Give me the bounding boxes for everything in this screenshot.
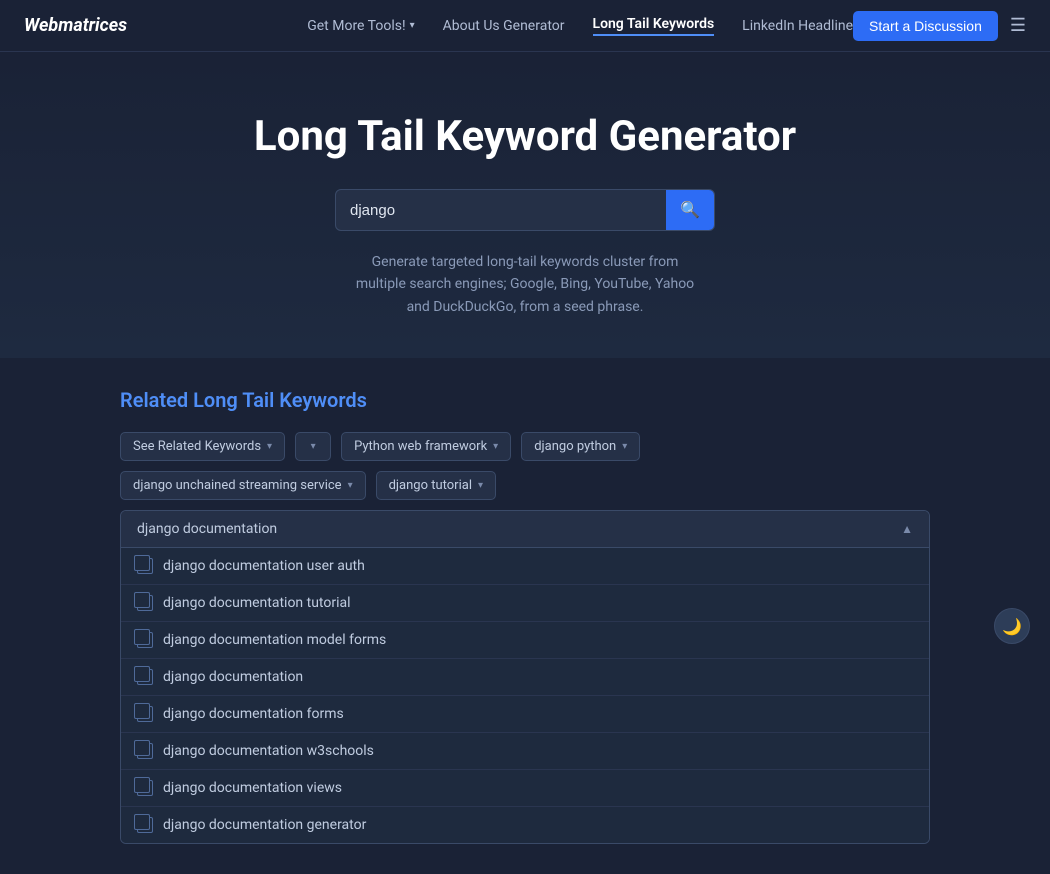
hero-description: Generate targeted long-tail keywords clu…: [345, 251, 705, 318]
copy-icon: [137, 558, 153, 574]
chevron-down-icon: ▾: [478, 480, 483, 491]
results-title: Related Long Tail Keywords: [120, 388, 930, 412]
filter-tag-see-related[interactable]: See Related Keywords ▾: [120, 432, 285, 461]
search-container: 🔍: [335, 189, 715, 231]
search-icon: 🔍: [680, 202, 700, 219]
dropdown-items: django documentation user auth django do…: [121, 548, 929, 843]
nav-item-tools[interactable]: Get More Tools! ▾: [307, 18, 414, 34]
copy-icon: [137, 743, 153, 759]
dropdown-header[interactable]: django documentation ▲: [121, 511, 929, 548]
page-title: Long Tail Keyword Generator: [20, 112, 1030, 161]
filter-tag-django-python[interactable]: django python ▾: [521, 432, 640, 461]
navbar: Webmatrices Get More Tools! ▾ About Us G…: [0, 0, 1050, 52]
list-item[interactable]: django documentation tutorial: [121, 585, 929, 622]
chevron-down-icon: ▾: [311, 441, 316, 452]
list-item[interactable]: django documentation forms: [121, 696, 929, 733]
nav-links: Get More Tools! ▾ About Us Generator Lon…: [307, 16, 853, 36]
list-item[interactable]: django documentation user auth: [121, 548, 929, 585]
site-logo[interactable]: Webmatrices: [24, 15, 127, 36]
filter-tag-django-tutorial[interactable]: django tutorial ▾: [376, 471, 496, 500]
hero-section: Long Tail Keyword Generator 🔍 Generate t…: [0, 52, 1050, 358]
copy-icon: [137, 595, 153, 611]
list-item[interactable]: django documentation w3schools: [121, 733, 929, 770]
nav-item-linkedin[interactable]: LinkedIn Headline: [742, 18, 853, 34]
list-item[interactable]: django documentation views: [121, 770, 929, 807]
dark-mode-toggle[interactable]: 🌙: [994, 608, 1030, 644]
chevron-down-icon: ▾: [410, 20, 415, 31]
hamburger-menu-icon[interactable]: ☰: [1010, 15, 1026, 36]
search-input[interactable]: [336, 192, 666, 229]
filter-row-1: See Related Keywords ▾ ▾ Python web fram…: [120, 432, 930, 461]
list-item[interactable]: django documentation generator: [121, 807, 929, 843]
nav-item-about[interactable]: About Us Generator: [443, 18, 565, 34]
filter-tag-django-unchained[interactable]: django unchained streaming service ▾: [120, 471, 366, 500]
search-button[interactable]: 🔍: [666, 190, 714, 230]
filter-tag-empty[interactable]: ▾: [295, 432, 331, 461]
results-section: Related Long Tail Keywords See Related K…: [0, 358, 1050, 874]
dropdown-django-documentation: django documentation ▲ django documentat…: [120, 510, 930, 844]
filter-tag-python[interactable]: Python web framework ▾: [341, 432, 511, 461]
nav-item-longtail[interactable]: Long Tail Keywords: [593, 16, 715, 36]
copy-icon: [137, 669, 153, 685]
chevron-up-icon: ▲: [901, 522, 913, 536]
filter-row-2: django unchained streaming service ▾ dja…: [120, 471, 930, 500]
copy-icon: [137, 780, 153, 796]
copy-icon: [137, 706, 153, 722]
list-item[interactable]: django documentation: [121, 659, 929, 696]
start-discussion-button[interactable]: Start a Discussion: [853, 11, 998, 41]
list-item[interactable]: django documentation model forms: [121, 622, 929, 659]
chevron-down-icon: ▾: [267, 441, 272, 452]
chevron-down-icon: ▾: [348, 480, 353, 491]
chevron-down-icon: ▾: [493, 441, 498, 452]
chevron-down-icon: ▾: [622, 441, 627, 452]
copy-icon: [137, 817, 153, 833]
copy-icon: [137, 632, 153, 648]
